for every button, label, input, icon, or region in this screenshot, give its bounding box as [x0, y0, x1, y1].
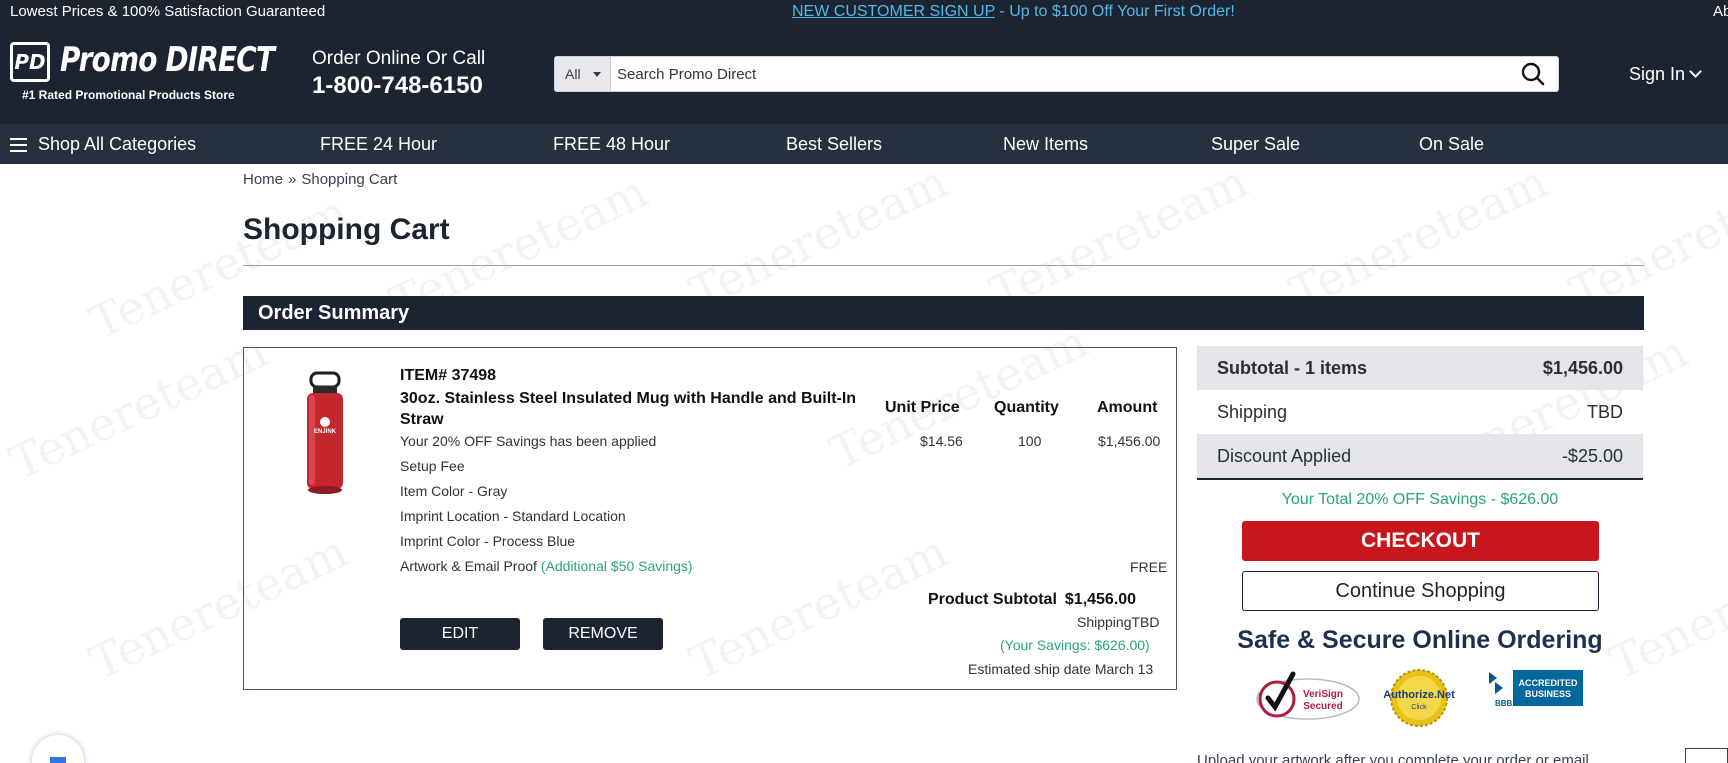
sign-in-menu[interactable]: Sign In	[1629, 64, 1702, 85]
discount-row: Discount Applied -$25.00	[1197, 434, 1643, 478]
phone-number[interactable]: 1-800-748-6150	[312, 72, 485, 100]
discount-value: -$25.00	[1561, 446, 1623, 466]
authorize-net-seal-text-2: Click	[1411, 704, 1427, 711]
subtotal-row: Subtotal - 1 items $1,456.00	[1197, 346, 1643, 390]
search-input[interactable]	[617, 61, 1497, 87]
order-summary-header: Order Summary	[243, 296, 1644, 330]
amount-value: $1,456.00	[1098, 433, 1161, 449]
order-totals: Subtotal - 1 items $1,456.00 Shipping TB…	[1197, 346, 1643, 480]
checkout-button[interactable]: CHECKOUT	[1242, 521, 1599, 561]
signup-promo: NEW CUSTOMER SIGN UP - Up to $100 Off Yo…	[792, 3, 1235, 21]
chat-widget-button[interactable]	[32, 735, 84, 763]
search-category-select[interactable]: All	[555, 57, 611, 91]
order-online-label: Order Online Or Call	[312, 48, 486, 69]
main-nav: Shop All Categories FREE 24 Hour FREE 48…	[0, 124, 1728, 164]
site-header: PD Promo DIRECT #1 Rated Promotional Pro…	[0, 24, 1728, 124]
amount-header: Amount	[1097, 399, 1158, 416]
edit-button[interactable]: EDIT	[400, 618, 520, 650]
bbb-accredited-seal[interactable]: BBB ACCREDITED BUSINESS	[1481, 668, 1583, 708]
side-panel-edge[interactable]	[1685, 748, 1728, 763]
search-category-value: All	[565, 66, 581, 82]
breadcrumb: Home » Shopping Cart	[243, 171, 397, 188]
artwork-savings: (Additional $50 Savings)	[540, 558, 693, 574]
secure-ordering-heading: Safe & Secure Online Ordering	[1237, 626, 1603, 654]
item-savings: (Your Savings: $626.00)	[1000, 637, 1150, 653]
divider	[1197, 478, 1643, 480]
promo-direct-logo[interactable]: PD Promo DIRECT #1 Rated Promotional Pro…	[10, 40, 275, 102]
nav-super-sale[interactable]: Super Sale	[1211, 134, 1300, 155]
shipping-value: TBD	[1587, 402, 1623, 422]
item-detail-artwork: Artwork & Email Proof (Additional $50 Sa…	[400, 558, 693, 574]
verisign-seal[interactable]: VeriSign Secured	[1255, 668, 1361, 722]
estimated-ship-date: Estimated ship date March 13	[968, 661, 1154, 677]
search-icon	[1521, 62, 1545, 86]
subtotal-label: Subtotal - 1 items	[1217, 358, 1368, 378]
topbar-right-text[interactable]: Ab	[1713, 3, 1728, 20]
shipping-row: Shipping TBD	[1197, 390, 1643, 434]
product-image-brand-text: ENJINK	[314, 429, 337, 435]
divider	[243, 265, 1644, 266]
nav-new-items[interactable]: New Items	[1003, 134, 1088, 155]
product-subtotal-label: Product Subtotal	[928, 591, 1057, 608]
nav-on-sale[interactable]: On Sale	[1419, 134, 1484, 155]
verisign-seal-text: VeriSign	[1303, 689, 1343, 700]
item-detail-savings: Your 20% OFF Savings has been applied	[400, 433, 657, 449]
search-button[interactable]	[1515, 60, 1551, 88]
shipping-label: Shipping	[1217, 402, 1288, 422]
search-bar: All	[554, 56, 1559, 92]
logo-wordmark: Promo DIRECT	[60, 40, 275, 80]
artwork-price: FREE	[1130, 559, 1168, 575]
logo-tagline: #1 Rated Promotional Products Store	[22, 88, 235, 102]
upload-artwork-note: Upload your artwork after you complete y…	[1197, 752, 1589, 763]
nav-free-24-hour[interactable]: FREE 24 Hour	[320, 134, 437, 155]
product-subtotal-value: $1,456.00	[1064, 591, 1137, 608]
breadcrumb-home[interactable]: Home	[243, 171, 283, 188]
authorize-net-seal-text: Authorize.Net	[1383, 689, 1455, 701]
cart-item: ENJINK ITEM# 37498 30oz. Stainless Steel…	[243, 347, 1177, 690]
item-number: ITEM# 37498	[400, 367, 497, 384]
item-shipping: ShippingTBD	[1077, 614, 1160, 630]
chevron-down-icon	[1689, 65, 1702, 78]
continue-shopping-button[interactable]: Continue Shopping	[1242, 571, 1599, 611]
verisign-seal-text-2: Secured	[1303, 701, 1342, 712]
caret-down-icon	[593, 72, 601, 77]
quantity-value: 100	[1018, 433, 1042, 449]
watermark: Tenereteam	[1, 323, 276, 491]
artwork-label: Artwork & Email Proof	[400, 558, 537, 574]
total-savings: Your Total 20% OFF Savings - $626.00	[1281, 491, 1559, 508]
bbb-logo-text: BBB	[1495, 699, 1513, 708]
page-title: Shopping Cart	[243, 213, 450, 246]
authorize-net-seal[interactable]: Authorize.Net Click	[1383, 668, 1455, 728]
bbb-seal-text: ACCREDITED	[1518, 678, 1578, 688]
item-detail-imprint-color: Imprint Color - Process Blue	[400, 533, 576, 549]
logo-badge: PD	[10, 42, 50, 82]
product-subtotal: Product Subtotal $1,456.00	[928, 591, 1136, 609]
subtotal-value: $1,456.00	[1542, 358, 1623, 378]
breadcrumb-separator: »	[288, 171, 297, 188]
unit-price-value: $14.56	[920, 433, 963, 449]
guarantee-text: Lowest Prices & 100% Satisfaction Guaran…	[10, 3, 326, 20]
signup-link[interactable]: NEW CUSTOMER SIGN UP	[792, 3, 995, 20]
item-detail-imprint-location: Imprint Location - Standard Location	[400, 508, 626, 524]
announcement-bar: Lowest Prices & 100% Satisfaction Guaran…	[0, 0, 1728, 24]
watermark: Tenereteam	[1601, 523, 1728, 691]
breadcrumb-current: Shopping Cart	[301, 171, 398, 188]
nav-free-48-hour[interactable]: FREE 48 Hour	[553, 134, 670, 155]
unit-price-header: Unit Price	[885, 399, 960, 416]
bbb-seal-text-2: BUSINESS	[1525, 689, 1571, 699]
menu-icon	[10, 138, 27, 152]
quantity-header: Quantity	[994, 399, 1059, 416]
signup-promo-text: - Up to $100 Off Your First Order!	[994, 3, 1235, 20]
discount-label: Discount Applied	[1217, 446, 1352, 466]
nav-shop-all-categories[interactable]: Shop All Categories	[38, 134, 196, 155]
sign-in-label: Sign In	[1629, 64, 1686, 84]
remove-button[interactable]: REMOVE	[543, 618, 663, 650]
product-image[interactable]: ENJINK	[299, 370, 351, 500]
order-contact: Order Online Or Call 1-800-748-6150	[312, 48, 485, 100]
item-name[interactable]: 30oz. Stainless Steel Insulated Mug with…	[400, 388, 880, 430]
item-detail-setup-fee: Setup Fee	[400, 458, 465, 474]
nav-best-sellers[interactable]: Best Sellers	[786, 134, 882, 155]
chat-icon	[50, 757, 66, 763]
item-detail-color: Item Color - Gray	[400, 483, 508, 499]
